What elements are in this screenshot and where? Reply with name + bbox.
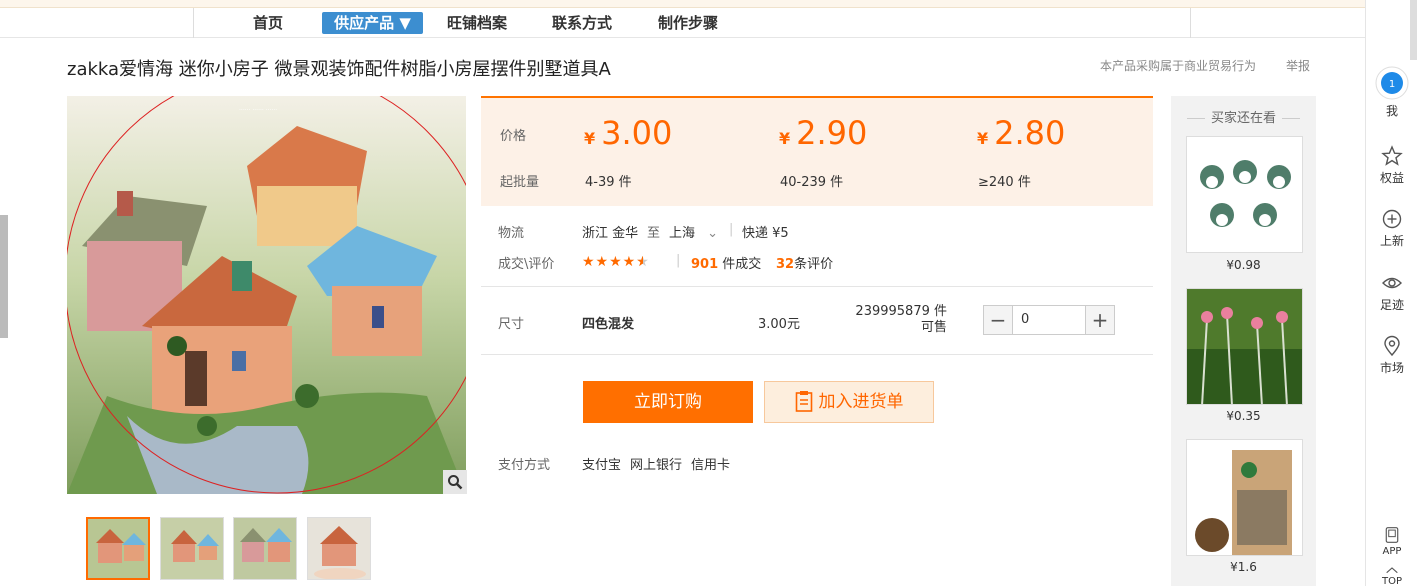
toolbar-app[interactable]: APP: [1366, 526, 1417, 557]
recommended-item-price: ¥0.98: [1226, 258, 1261, 272]
price-label: 价格: [500, 129, 527, 144]
chevron-up-icon: [1386, 567, 1398, 574]
payment-alipay: 支付宝: [582, 458, 622, 473]
tier-range: 4-39 件: [585, 175, 632, 190]
recommendation-title: 买家还在看: [1171, 107, 1316, 126]
image-watermark: ...... ...... ......: [239, 105, 277, 112]
thumbnail[interactable]: [307, 517, 371, 580]
tier-price: ¥2.80: [977, 114, 1066, 152]
nav-shop-profile[interactable]: 旺铺档案: [440, 12, 514, 34]
toolbar-app-label: APP: [1382, 546, 1402, 557]
location-pin-icon: [1384, 335, 1400, 357]
rating-stars: ★★★★★★: [582, 254, 650, 270]
quantity-input[interactable]: 0: [1012, 306, 1086, 334]
trade-notice: 本产品采购属于商业贸易行为: [1100, 59, 1257, 73]
recommended-item-image[interactable]: [1186, 288, 1303, 405]
tier-price: ¥2.90: [779, 114, 868, 152]
clipboard-icon: [795, 391, 812, 412]
add-to-purchase-list-label: 加入进货单: [818, 392, 904, 412]
toolbar-new[interactable]: 上新: [1366, 208, 1417, 249]
right-toolbar: 1 我 权益 上新 足迹 市场 APP TOP: [1365, 0, 1417, 587]
star-icon: [1381, 145, 1403, 166]
payment-label: 支付方式: [498, 458, 551, 473]
sku-stock: 239995879 件可售: [855, 304, 947, 335]
back-to-top-button[interactable]: TOP: [1366, 566, 1417, 587]
nav-home[interactable]: 首页: [238, 12, 298, 34]
toolbar-benefits[interactable]: 权益: [1366, 145, 1417, 186]
sku-price: 3.00元: [758, 317, 800, 332]
thumbnail[interactable]: [160, 517, 224, 580]
report-link[interactable]: 举报: [1286, 57, 1310, 74]
recommended-item-price: ¥0.35: [1226, 409, 1261, 423]
main-product-image[interactable]: ...... ...... ......: [67, 96, 466, 494]
app-icon: [1385, 527, 1399, 543]
ship-destination-select[interactable]: 上海 ⌄: [669, 222, 718, 241]
plus-button[interactable]: +: [1086, 306, 1114, 334]
avatar-icon: 1: [1375, 66, 1409, 100]
shop-nav-bar: 首页 供应产品 ▼ 旺铺档案 联系方式 制作步骤: [0, 8, 1365, 38]
svg-text:1: 1: [1389, 79, 1395, 90]
plus-circle-icon: [1382, 209, 1402, 229]
ship-to-word: 至: [647, 226, 661, 241]
recommended-item-image[interactable]: [1186, 136, 1303, 253]
chevron-down-icon: ⌄: [707, 226, 719, 241]
toolbar-me[interactable]: 1 我: [1366, 66, 1417, 119]
size-label: 尺寸: [498, 317, 525, 332]
toolbar-market[interactable]: 市场: [1366, 335, 1417, 376]
divider-bar: |: [676, 253, 681, 268]
payment-online-bank: 网上银行: [630, 458, 683, 473]
tier-range: ≥240 件: [978, 175, 1031, 190]
magnifier-icon: [448, 475, 463, 490]
nav-products[interactable]: 供应产品 ▼: [322, 12, 423, 34]
toolbar-footprint-label: 足迹: [1379, 298, 1404, 312]
recommended-item-price: ¥1.6: [1230, 560, 1257, 574]
product-title: zakka爱情海 迷你小房子 微景观装饰配件树脂小房屋摆件别墅道具A: [67, 59, 611, 80]
left-side-tab[interactable]: [0, 215, 8, 338]
payment-credit-card: 信用卡: [691, 458, 731, 473]
moq-label: 起批量: [500, 175, 540, 190]
toolbar-new-label: 上新: [1379, 234, 1404, 248]
minus-button[interactable]: −: [984, 306, 1012, 334]
nav-steps[interactable]: 制作步骤: [651, 12, 725, 34]
ship-from: 浙江 金华: [582, 226, 639, 241]
add-to-purchase-list-button[interactable]: 加入进货单: [764, 381, 934, 423]
tier-range: 40-239 件: [780, 175, 844, 190]
toolbar-market-label: 市场: [1379, 361, 1404, 375]
tier-price: ¥3.00: [584, 114, 673, 152]
back-to-top-label: TOP: [1381, 576, 1402, 587]
thumbnail[interactable]: [233, 517, 297, 580]
nav-divider: [193, 8, 194, 38]
eye-icon: [1382, 277, 1402, 289]
express-fee: 快递 ¥5: [742, 226, 789, 241]
top-strip: [0, 0, 1365, 8]
recommended-item-image[interactable]: [1186, 439, 1303, 556]
nav-contact[interactable]: 联系方式: [545, 12, 619, 34]
toolbar-benefits-label: 权益: [1379, 171, 1404, 185]
toolbar-me-label: 我: [1385, 104, 1398, 118]
zoom-button[interactable]: [443, 470, 467, 494]
divider-bar: |: [729, 222, 734, 237]
nav-divider: [1190, 8, 1191, 38]
buy-now-button[interactable]: 立即订购: [583, 381, 753, 423]
deal-count[interactable]: 901 件成交: [691, 253, 761, 272]
divider: [481, 286, 1153, 287]
deal-label: 成交\评价: [498, 257, 555, 272]
logistics-label: 物流: [498, 226, 525, 241]
thumbnail[interactable]: [86, 517, 150, 580]
toolbar-footprint[interactable]: 足迹: [1366, 272, 1417, 313]
quantity-stepper[interactable]: − 0 +: [983, 305, 1115, 335]
scrollbar[interactable]: [1410, 0, 1417, 60]
review-count[interactable]: 32条评价: [776, 253, 833, 272]
divider: [481, 354, 1153, 355]
sku-name: 四色混发: [582, 317, 635, 332]
